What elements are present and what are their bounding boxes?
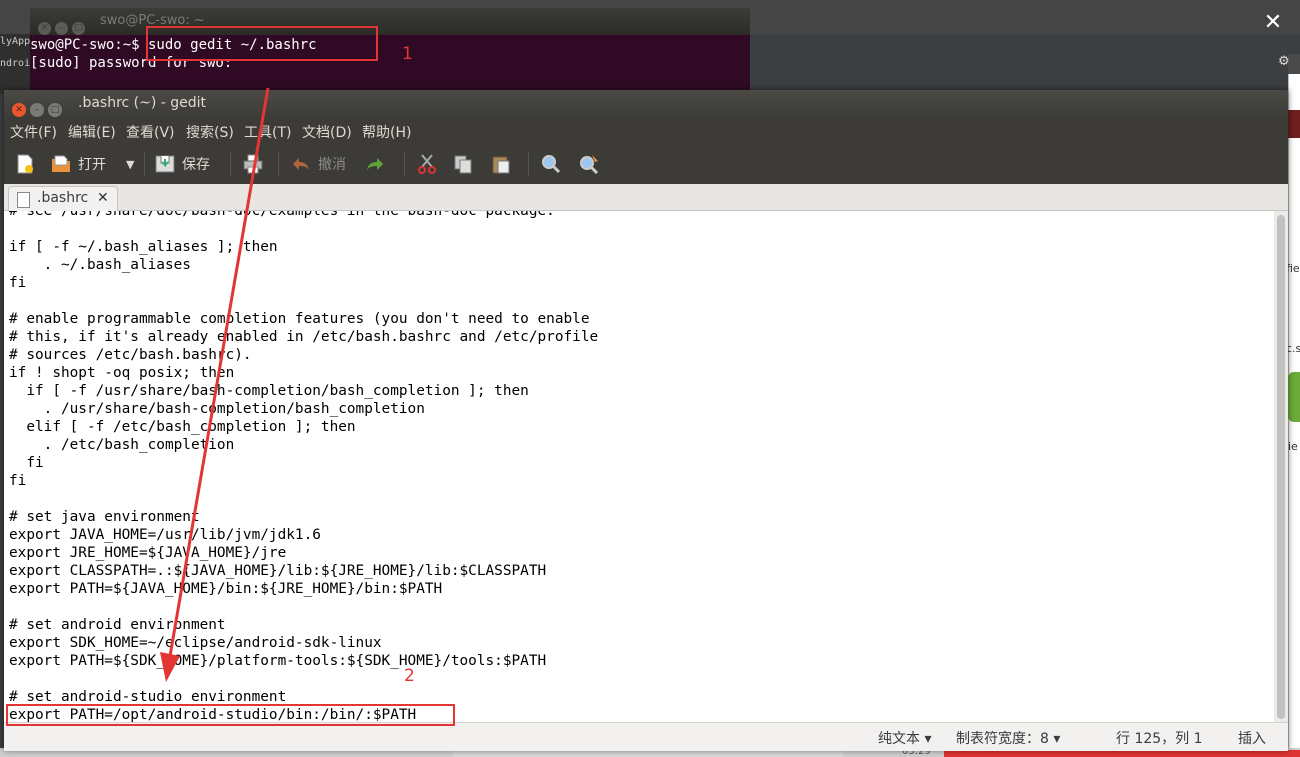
menu-help[interactable]: 帮助(H) <box>362 122 411 142</box>
replace-icon <box>580 155 599 175</box>
menu-search[interactable]: 搜索(S) <box>186 122 234 142</box>
syntax-selector[interactable]: 纯文本 ▾ <box>878 728 931 748</box>
text-editor[interactable]: # see /usr/share/doc/bash-doc/examples i… <box>4 211 1274 722</box>
undo-button[interactable]: 撤消 <box>290 150 346 178</box>
gear-icon[interactable]: ⚙ <box>1278 54 1290 69</box>
document-icon <box>17 192 30 208</box>
paste-button[interactable] <box>490 150 518 178</box>
annotation-label-2: 2 <box>404 666 415 686</box>
menu-tools[interactable]: 工具(T) <box>244 122 291 142</box>
save-label: 保存 <box>182 157 210 173</box>
window-title: .bashrc (~) - gedit <box>78 95 207 111</box>
open-label: 打开 <box>78 157 106 173</box>
minimize-icon[interactable]: – <box>30 103 44 117</box>
undo-icon <box>293 158 309 170</box>
background-right-strip <box>1288 54 1300 74</box>
background-side-panel: lyApp ndroi <box>0 34 30 94</box>
toolbar-separator <box>144 152 145 176</box>
background-right-text: fie <box>1286 262 1300 275</box>
close-icon[interactable]: ✕ <box>97 190 109 206</box>
background-bottom-red <box>944 750 1300 757</box>
close-icon[interactable]: ✕ <box>1260 10 1286 36</box>
editor-content[interactable]: # see /usr/share/doc/bash-doc/examples i… <box>9 211 598 722</box>
background-side-text: lyApp <box>0 36 31 47</box>
background-right-red <box>1288 110 1300 138</box>
tab-bar: .bashrc ✕ <box>4 184 1288 211</box>
tab-label: .bashrc <box>37 190 89 206</box>
background-right-text: c.s <box>1286 342 1300 355</box>
chevron-down-icon: ▼ <box>126 157 135 171</box>
redo-icon <box>367 158 383 170</box>
toolbar: 打开 ▼ 保存 撤消 <box>4 144 1288 184</box>
toolbar-separator <box>404 152 405 176</box>
vertical-scrollbar[interactable] <box>1274 211 1288 722</box>
tab-bashrc[interactable]: .bashrc ✕ <box>8 186 118 211</box>
find-button[interactable] <box>540 150 568 178</box>
close-icon[interactable]: ✕ <box>12 103 26 117</box>
toolbar-separator <box>278 152 279 176</box>
cut-button[interactable] <box>416 150 444 178</box>
menu-edit[interactable]: 编辑(E) <box>68 122 116 142</box>
copy-icon <box>454 155 472 174</box>
menu-view[interactable]: 查看(V) <box>126 122 175 142</box>
cursor-position: 行 125，列 1 <box>1116 731 1203 747</box>
maximize-icon[interactable]: □ <box>72 22 85 35</box>
status-bar: 纯文本 ▾ 制表符宽度：8 ▾ 行 125，列 1 插入 <box>4 722 1288 751</box>
terminal-titlebar[interactable]: ✕ – □ swo@PC-swo: ~ <box>30 8 750 35</box>
background-side-text: ndroi <box>0 58 31 69</box>
menu-file[interactable]: 文件(F) <box>10 122 57 142</box>
new-document-icon <box>17 154 33 174</box>
tab-width-selector[interactable]: 制表符宽度：8 ▾ <box>956 728 1060 748</box>
annotation-label-1: 1 <box>402 44 413 64</box>
insert-mode: 插入 <box>1238 731 1266 747</box>
minimize-icon[interactable]: – <box>55 22 68 35</box>
app-icon <box>1288 372 1300 422</box>
background-right-text: ie <box>1288 440 1298 453</box>
toolbar-separator <box>528 152 529 176</box>
scrollbar-thumb[interactable] <box>1277 215 1285 719</box>
open-button[interactable]: 打开 <box>50 150 106 178</box>
search-icon <box>542 155 561 174</box>
open-folder-icon <box>52 155 70 172</box>
print-icon <box>243 154 263 174</box>
redo-button[interactable] <box>364 150 392 178</box>
save-button[interactable]: 保存 <box>154 150 210 178</box>
print-button[interactable] <box>242 150 270 178</box>
toolbar-separator <box>230 152 231 176</box>
terminal-window[interactable]: ✕ – □ swo@PC-swo: ~ swo@PC-swo:~$ sudo ged… <box>30 8 750 98</box>
open-dropdown-button[interactable]: ▼ <box>126 150 134 178</box>
gedit-titlebar[interactable]: ✕ – □ .bashrc (~) - gedit <box>4 90 1288 118</box>
cut-icon <box>418 154 436 174</box>
menu-bar: 文件(F) 编辑(E) 查看(V) 搜索(S) 工具(T) 文档(D) 帮助(H… <box>4 118 1288 144</box>
undo-label: 撤消 <box>318 157 346 173</box>
new-document-button[interactable] <box>14 150 42 178</box>
paste-icon <box>492 156 510 174</box>
menu-documents[interactable]: 文档(D) <box>302 122 352 142</box>
maximize-icon[interactable]: □ <box>48 103 62 117</box>
save-icon <box>155 155 175 173</box>
gedit-window[interactable]: ✕ – □ .bashrc (~) - gedit 文件(F) 编辑(E) 查看(V… <box>4 90 1288 751</box>
annotation-box-1 <box>146 26 378 61</box>
find-replace-button[interactable] <box>578 150 606 178</box>
annotation-box-2 <box>6 704 455 726</box>
copy-button[interactable] <box>452 150 480 178</box>
close-icon[interactable]: ✕ <box>38 22 51 35</box>
